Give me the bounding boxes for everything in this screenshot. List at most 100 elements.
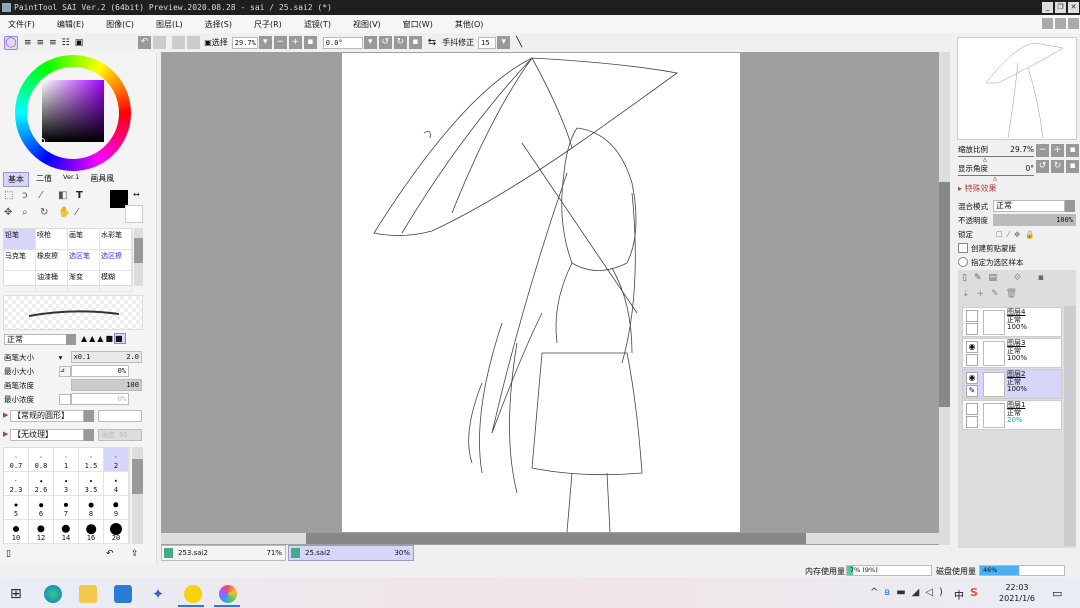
layer-opacity-slider[interactable]: 100% bbox=[993, 214, 1076, 226]
drawing-canvas[interactable] bbox=[342, 53, 740, 533]
stabilizer-dropdown[interactable]: ▾ bbox=[497, 36, 511, 49]
maximize-button[interactable]: ❐ bbox=[1055, 2, 1066, 13]
brush-slot[interactable]: 选区笔 bbox=[68, 250, 100, 271]
layer-mode-box[interactable] bbox=[966, 323, 978, 335]
shape-amount-input[interactable] bbox=[98, 410, 142, 422]
secondary-color-swatch[interactable] bbox=[125, 205, 143, 223]
system-tray-icons[interactable]: ^ʙ▬◢◁) bbox=[870, 587, 949, 598]
tab-basic[interactable]: 基本 bbox=[3, 172, 29, 187]
menu-select[interactable]: 选择(S) bbox=[205, 19, 232, 30]
size-palette-scrollbar[interactable] bbox=[132, 447, 143, 544]
texture-select[interactable]: 【无纹理】 bbox=[10, 429, 84, 441]
undo-small-icon[interactable]: ↶ bbox=[106, 549, 114, 559]
brush-size-preset[interactable]: 12 bbox=[29, 520, 54, 544]
undo-button[interactable]: ↶ bbox=[138, 36, 152, 49]
brush-size-preset[interactable]: 6 bbox=[29, 496, 54, 520]
layer-icon[interactable]: ▯ bbox=[6, 549, 11, 559]
layer-item[interactable]: 图层4 正常 100% bbox=[962, 307, 1062, 337]
brush-slot[interactable]: 油漆桶 bbox=[36, 271, 68, 292]
menu-other[interactable]: 其他(O) bbox=[455, 19, 484, 30]
zoom-input[interactable]: 29.7% bbox=[231, 36, 258, 49]
line-stroke-icon[interactable]: ╲ bbox=[516, 37, 522, 48]
brush-size-preset[interactable]: 0.8 bbox=[29, 448, 54, 472]
menu-file[interactable]: 文件(F) bbox=[8, 19, 35, 30]
clock[interactable]: 22:03 2021/1/6 bbox=[996, 582, 1038, 604]
nav-angle-value[interactable]: 0° bbox=[1025, 164, 1034, 173]
layer-mode-box[interactable] bbox=[966, 354, 978, 366]
stabilizer-input[interactable]: 15 bbox=[478, 36, 497, 49]
text-tool-icon[interactable]: T bbox=[76, 190, 94, 201]
layer-blend-dropdown[interactable] bbox=[1065, 200, 1075, 212]
flip-icon[interactable]: ⇆ bbox=[428, 37, 436, 48]
brush-size-preset[interactable]: 14 bbox=[54, 520, 79, 544]
sogou-icon[interactable]: S bbox=[970, 586, 978, 599]
brush-size-preset[interactable]: 9 bbox=[104, 496, 129, 520]
min-density-slider[interactable]: 0% bbox=[71, 393, 129, 405]
rect-select-icon[interactable]: ⬚ bbox=[4, 190, 22, 201]
brush-size-slider[interactable]: x0.1 2.0 bbox=[70, 351, 142, 363]
doc-tab-25[interactable]: 25.sai2 30% bbox=[288, 545, 414, 561]
zoom-reset-button[interactable]: ▪ bbox=[303, 36, 317, 49]
menu-filter[interactable]: 滤镜(T) bbox=[304, 19, 331, 30]
move-icon[interactable]: ✥ bbox=[4, 207, 22, 218]
brush-size-preset[interactable]: 2.6 bbox=[29, 472, 54, 496]
clipping-checkbox[interactable] bbox=[958, 243, 968, 253]
eye-icon[interactable]: ◉ bbox=[966, 372, 978, 384]
size-dropdown-icon[interactable]: ▾ bbox=[59, 353, 71, 362]
select-visible-icon[interactable]: ▣ bbox=[204, 38, 212, 47]
doc-close-button[interactable] bbox=[1068, 18, 1079, 29]
brush-slot[interactable]: 铅笔 bbox=[4, 229, 36, 250]
menu-layer[interactable]: 图层(L) bbox=[156, 19, 183, 30]
blend-mode-select[interactable]: 正常 bbox=[4, 334, 68, 345]
brush-slot[interactable]: 渐变 bbox=[68, 271, 100, 292]
nav-rotate-right-button[interactable]: ↻ bbox=[1051, 160, 1064, 173]
min-size-slider[interactable]: 0% bbox=[71, 365, 129, 377]
selection-source-radio[interactable] bbox=[958, 257, 968, 267]
texture-expand-icon[interactable]: ▶ bbox=[3, 430, 8, 438]
swap-colors-icon[interactable]: ↔ bbox=[133, 190, 140, 199]
brush-size-preset[interactable]: 0.7 bbox=[4, 448, 29, 472]
brush-shape-buttons[interactable]: ▲▲▲■■ bbox=[81, 333, 126, 344]
texture-dropdown[interactable] bbox=[84, 429, 94, 441]
rotate-reset-button[interactable]: ▪ bbox=[408, 36, 422, 49]
layer-item[interactable]: ◉ 图层3 正常 100% bbox=[962, 338, 1062, 368]
menu-window[interactable]: 窗口(W) bbox=[403, 19, 433, 30]
nav-zoom-in-button[interactable]: + bbox=[1051, 144, 1064, 157]
brush-shape-select[interactable]: 【常规的圆形】 bbox=[10, 410, 84, 422]
zoom-out-button[interactable]: − bbox=[273, 36, 287, 49]
brush-palette-scrollbar[interactable] bbox=[134, 228, 143, 286]
eye-icon[interactable]: ◉ bbox=[966, 341, 978, 353]
brush-size-preset[interactable]: 4 bbox=[104, 472, 129, 496]
export-icon[interactable]: ⇪ bbox=[131, 549, 139, 559]
doc-minimize-button[interactable] bbox=[1042, 18, 1053, 29]
nav-zoom-value[interactable]: 29.7% bbox=[1010, 145, 1034, 154]
menu-view[interactable]: 视图(V) bbox=[353, 19, 381, 30]
angle-input[interactable]: 0.0° bbox=[322, 36, 363, 49]
nav-rotate-left-button[interactable]: ↺ bbox=[1036, 160, 1049, 173]
brush-size-preset[interactable]: 7 bbox=[54, 496, 79, 520]
close-button[interactable]: ✕ bbox=[1068, 2, 1079, 13]
min-size-mode-icon[interactable]: ⊿ bbox=[59, 365, 71, 377]
minimize-button[interactable]: _ bbox=[1042, 2, 1053, 13]
density-slider[interactable]: 100 bbox=[70, 379, 142, 391]
tab-tool-style[interactable]: 画具風 bbox=[86, 172, 118, 187]
feishu-icon[interactable]: ✦ bbox=[149, 585, 167, 603]
brush-slot[interactable]: 马克笔 bbox=[4, 250, 36, 271]
angle-dropdown[interactable]: ▾ bbox=[363, 36, 377, 49]
menu-edit[interactable]: 编辑(E) bbox=[57, 19, 84, 30]
pencil-icon[interactable]: ✎ bbox=[966, 385, 978, 397]
color-wheel-tab-icon[interactable]: ◯ bbox=[4, 35, 18, 50]
brush-slot[interactable]: 模糊 bbox=[100, 271, 132, 292]
doc-restore-button[interactable] bbox=[1055, 18, 1066, 29]
brush-shape-dropdown[interactable] bbox=[84, 410, 94, 422]
layer-item[interactable]: ◉ ✎ 图层2 正常 100% bbox=[962, 369, 1062, 399]
layer-scrollbar[interactable] bbox=[1064, 306, 1076, 546]
lock-icons[interactable]: ☐⁄✥🔒 bbox=[996, 230, 1040, 239]
brush-slot[interactable]: 画笔 bbox=[68, 229, 100, 250]
brush-size-preset[interactable]: 10 bbox=[4, 520, 29, 544]
blend-mode-dropdown[interactable] bbox=[66, 334, 76, 345]
layer-mode-box[interactable] bbox=[966, 416, 978, 428]
brush-size-preset[interactable]: 1 bbox=[54, 448, 79, 472]
saturation-value-square[interactable] bbox=[42, 80, 104, 142]
brush-size-preset[interactable]: 3.5 bbox=[79, 472, 104, 496]
